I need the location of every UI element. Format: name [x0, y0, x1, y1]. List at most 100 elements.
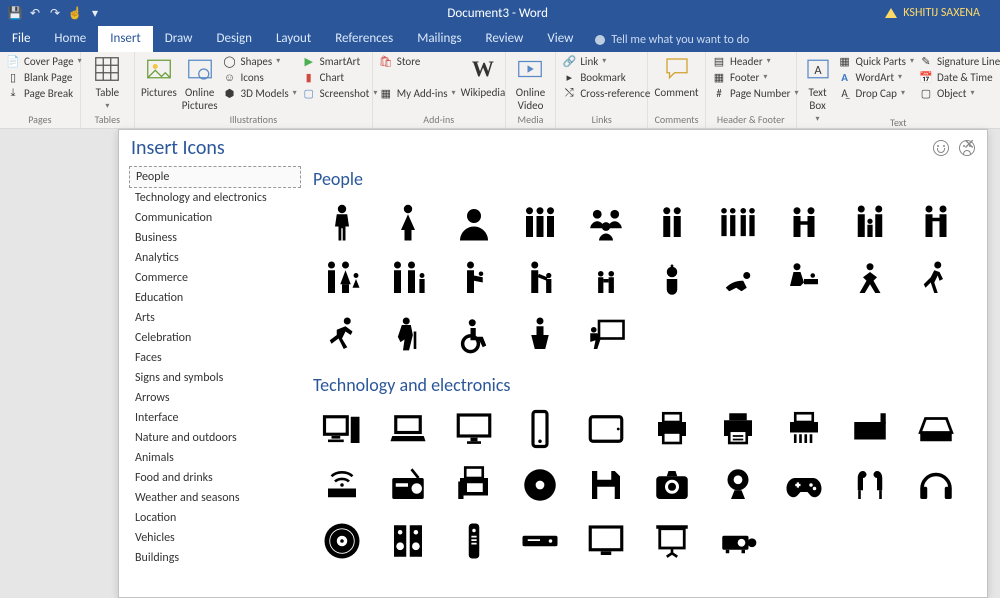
store-button[interactable]: 🛍Store	[379, 54, 456, 68]
wheelchair-icon[interactable]	[445, 310, 503, 360]
speaker-podium-icon[interactable]	[511, 310, 569, 360]
user-bust-icon[interactable]	[445, 198, 503, 248]
drop-cap-button[interactable]: A̲Drop Cap▾	[838, 86, 914, 100]
woman-icon[interactable]	[379, 198, 437, 248]
tab-view[interactable]: View	[535, 26, 585, 52]
tell-me-search[interactable]: Tell me what you want to do	[585, 28, 1000, 52]
date-time-button[interactable]: 📅Date & Time	[919, 70, 1000, 84]
category-item[interactable]: Faces	[129, 348, 301, 368]
family-icon[interactable]	[841, 198, 899, 248]
category-item[interactable]: Vehicles	[129, 528, 301, 548]
printer-alt-icon[interactable]	[709, 404, 767, 454]
group-three-icon[interactable]	[511, 198, 569, 248]
category-item[interactable]: Nature and outdoors	[129, 428, 301, 448]
category-item[interactable]: Signs and symbols	[129, 368, 301, 388]
user-badge[interactable]: KSHITIJ SAXENA	[885, 6, 1000, 20]
category-list[interactable]: PeopleTechnology and electronicsCommunic…	[129, 166, 301, 591]
teacher-board-icon[interactable]	[577, 310, 635, 360]
footer-button[interactable]: ▦Footer▾	[712, 70, 799, 84]
category-item[interactable]: Food and drinks	[129, 468, 301, 488]
cover-page-button[interactable]: 📄Cover Page▾	[6, 54, 82, 68]
pictures-button[interactable]: Pictures	[141, 54, 177, 99]
webcam-icon[interactable]	[709, 460, 767, 510]
projector-screen-icon[interactable]	[643, 516, 701, 566]
group-two-icon[interactable]	[643, 198, 701, 248]
my-addins-button[interactable]: ▦My Add-ins▾	[379, 86, 456, 100]
diaper-change-icon[interactable]	[775, 254, 833, 304]
disc-icon[interactable]	[511, 460, 569, 510]
elderly-cane-icon[interactable]	[379, 310, 437, 360]
pair-hold-hands-icon[interactable]	[907, 198, 965, 248]
category-item[interactable]: Analytics	[129, 248, 301, 268]
adult-child-icon[interactable]	[511, 254, 569, 304]
router-icon[interactable]	[313, 460, 371, 510]
category-item[interactable]: Commerce	[129, 268, 301, 288]
baby-icon[interactable]	[643, 254, 701, 304]
printer-icon[interactable]	[643, 404, 701, 454]
text-box-button[interactable]: A Text Box▾	[803, 54, 833, 124]
tab-mailings[interactable]: Mailings	[405, 26, 473, 52]
shapes-button[interactable]: ◯Shapes▾	[223, 54, 297, 68]
radio-icon[interactable]	[379, 460, 437, 510]
wordart-button[interactable]: AWordArt▾	[838, 70, 914, 84]
vinyl-icon[interactable]	[313, 516, 371, 566]
walking-icon[interactable]	[907, 254, 965, 304]
icon-gallery[interactable]: PeopleTechnology and electronics	[301, 166, 981, 591]
camera-icon[interactable]	[643, 460, 701, 510]
category-item[interactable]: Celebration	[129, 328, 301, 348]
projector-icon[interactable]	[709, 516, 767, 566]
monitor-icon[interactable]	[445, 404, 503, 454]
desktop-tower-icon[interactable]	[313, 404, 371, 454]
running-icon[interactable]	[313, 310, 371, 360]
scanner-flatbed-icon[interactable]	[841, 404, 899, 454]
online-video-button[interactable]: Online Video	[512, 54, 550, 112]
feedback-happy-icon[interactable]	[933, 140, 949, 156]
scanner-lid-icon[interactable]	[907, 404, 965, 454]
page-break-button[interactable]: ⤓Page Break	[6, 86, 82, 100]
page-number-button[interactable]: #Page Number▾	[712, 86, 799, 100]
category-item[interactable]: Communication	[129, 208, 301, 228]
chart-button[interactable]: ▮Chart	[302, 70, 378, 84]
signature-line-button[interactable]: ✎Signature Line▾	[919, 54, 1000, 68]
qat-more-icon[interactable]: ▾	[88, 6, 102, 20]
category-item[interactable]: Buildings	[129, 548, 301, 568]
comment-button[interactable]: Comment	[654, 54, 699, 99]
redo-icon[interactable]: ↷	[48, 6, 62, 20]
quick-parts-button[interactable]: ▦Quick Parts▾	[838, 54, 914, 68]
undo-icon[interactable]: ↶	[28, 6, 42, 20]
dvd-player-icon[interactable]	[511, 516, 569, 566]
bookmark-button[interactable]: ▸Bookmark	[562, 70, 650, 84]
online-pictures-button[interactable]: Online Pictures	[182, 54, 218, 112]
tablet-icon[interactable]	[577, 404, 635, 454]
tab-layout[interactable]: Layout	[264, 26, 323, 52]
link-button[interactable]: 🔗Link▾	[562, 54, 650, 68]
3d-models-button[interactable]: ⬢3D Models▾	[223, 86, 297, 100]
tab-home[interactable]: Home	[42, 26, 98, 52]
man-icon[interactable]	[313, 198, 371, 248]
screenshot-button[interactable]: ▢Screenshot▾	[302, 86, 378, 100]
group-pair-hold-icon[interactable]	[775, 198, 833, 248]
stretch-icon[interactable]	[841, 254, 899, 304]
baby-crawling-icon[interactable]	[709, 254, 767, 304]
parent-carry-icon[interactable]	[445, 254, 503, 304]
save-icon[interactable]: 💾	[8, 6, 22, 20]
category-item[interactable]: Business	[129, 228, 301, 248]
category-item[interactable]: Technology and electronics	[129, 188, 301, 208]
shredder-icon[interactable]	[775, 404, 833, 454]
cross-reference-button[interactable]: ⤭Cross-reference	[562, 86, 650, 100]
tab-file[interactable]: File	[0, 26, 42, 52]
tv-icon[interactable]	[577, 516, 635, 566]
category-item[interactable]: Education	[129, 288, 301, 308]
category-item[interactable]: People	[129, 166, 301, 188]
blank-page-button[interactable]: ▯Blank Page	[6, 70, 82, 84]
tab-references[interactable]: References	[323, 26, 405, 52]
feedback-sad-icon[interactable]	[959, 140, 975, 156]
category-item[interactable]: Arrows	[129, 388, 301, 408]
headphones-icon[interactable]	[907, 460, 965, 510]
tab-draw[interactable]: Draw	[153, 26, 205, 52]
category-item[interactable]: Location	[129, 508, 301, 528]
earbuds-icon[interactable]	[841, 460, 899, 510]
speakers-icon[interactable]	[379, 516, 437, 566]
category-item[interactable]: Animals	[129, 448, 301, 468]
fax-icon[interactable]	[445, 460, 503, 510]
